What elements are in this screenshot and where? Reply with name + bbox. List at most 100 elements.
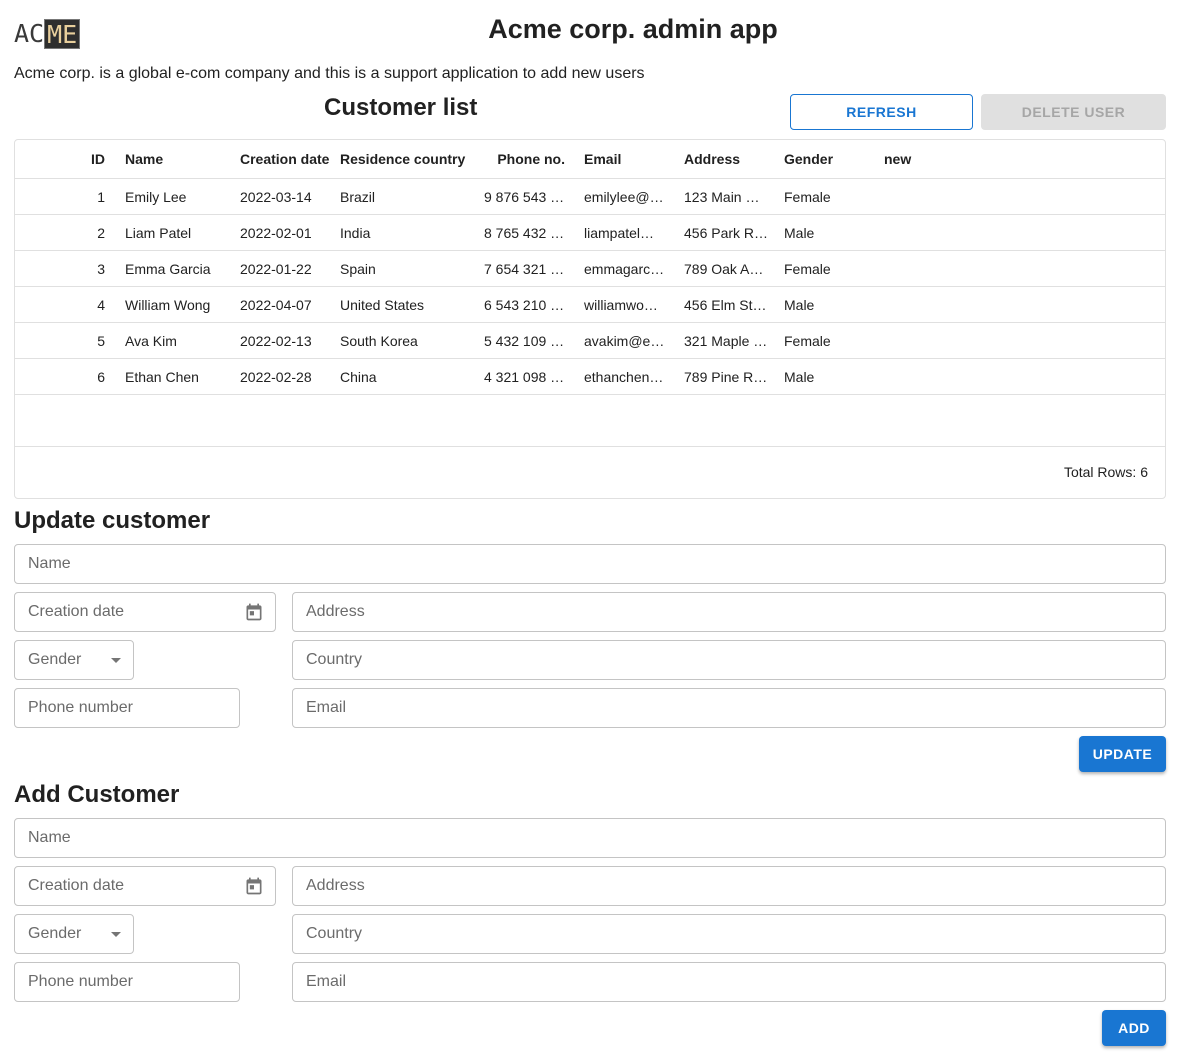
cell-creation-date: 2022-03-14 — [240, 189, 312, 205]
update-country-field[interactable]: Country — [292, 640, 1166, 680]
add-country-field[interactable]: Country — [292, 914, 1166, 954]
column-header-residence-country[interactable]: Residence country — [340, 140, 480, 178]
add-name-placeholder: Name — [28, 829, 71, 846]
cell-name: Ethan Chen — [125, 369, 199, 385]
update-name-placeholder: Name — [28, 555, 71, 572]
add-name-field[interactable]: Name — [14, 818, 1166, 858]
cell-email: emilylee@… — [584, 189, 664, 205]
update-country-placeholder: Country — [306, 651, 363, 668]
cell-gender: Female — [784, 261, 831, 277]
update-address-field[interactable]: Address — [292, 592, 1166, 632]
table-row[interactable]: 2 Liam Patel 2022-02-01 India 8 765 432 … — [15, 215, 1165, 251]
column-header-phone[interactable]: Phone no. — [480, 140, 565, 178]
calendar-icon[interactable] — [244, 602, 264, 622]
add-gender-placeholder: Gender — [28, 925, 82, 942]
cell-email: ethanchen… — [584, 369, 664, 385]
update-creation-date-field[interactable]: Creation date — [14, 592, 276, 632]
cell-id: 3 — [97, 261, 105, 277]
table-row[interactable]: 1 Emily Lee 2022-03-14 Brazil 9 876 543 … — [15, 179, 1165, 215]
cell-name: William Wong — [125, 297, 211, 313]
cell-phone: 7 654 321 … — [484, 261, 565, 277]
cell-gender: Male — [784, 225, 815, 241]
add-creation-date-placeholder: Creation date — [28, 877, 125, 894]
cell-creation-date: 2022-02-01 — [240, 225, 312, 241]
table-header: ID Name Creation date Residence country … — [15, 140, 1165, 179]
update-customer-title: Update customer — [14, 507, 211, 534]
add-button[interactable]: ADD — [1102, 1010, 1166, 1046]
chevron-down-icon — [111, 932, 121, 937]
update-button[interactable]: UPDATE — [1079, 736, 1166, 772]
table-row[interactable]: 6 Ethan Chen 2022-02-28 China 4 321 098 … — [15, 359, 1165, 395]
cell-email: williamwo… — [584, 297, 658, 313]
update-name-field[interactable]: Name — [14, 544, 1166, 584]
chevron-down-icon — [111, 658, 121, 663]
cell-country: India — [340, 225, 371, 241]
cell-name: Emma Garcia — [125, 261, 211, 277]
calendar-icon[interactable] — [244, 876, 264, 896]
update-creation-date-placeholder: Creation date — [28, 603, 125, 620]
column-header-gender[interactable]: Gender — [784, 140, 874, 178]
app-title: Acme corp. admin app — [488, 14, 778, 44]
update-email-field[interactable]: Email — [292, 688, 1166, 728]
table-row[interactable]: 4 William Wong 2022-04-07 United States … — [15, 287, 1165, 323]
update-phone-field[interactable]: Phone number — [14, 688, 240, 728]
cell-creation-date: 2022-04-07 — [240, 297, 312, 313]
cell-gender: Female — [784, 189, 831, 205]
cell-country: Brazil — [340, 189, 376, 205]
cell-country: United States — [340, 297, 425, 313]
column-header-address[interactable]: Address — [684, 140, 774, 178]
update-gender-select[interactable]: Gender — [14, 640, 134, 680]
cell-id: 2 — [97, 225, 105, 241]
total-rows: Total Rows: 6 — [1063, 464, 1148, 480]
add-address-field[interactable]: Address — [292, 866, 1166, 906]
add-country-placeholder: Country — [306, 925, 363, 942]
add-creation-date-field[interactable]: Creation date — [14, 866, 276, 906]
intro-text: Acme corp. is a global e-com company and… — [14, 65, 645, 82]
column-header-id[interactable]: ID — [85, 140, 105, 178]
cell-phone: 6 543 210 … — [484, 297, 565, 313]
table-row[interactable]: 3 Emma Garcia 2022-01-22 Spain 7 654 321… — [15, 251, 1165, 287]
cell-address: 321 Maple … — [684, 333, 768, 349]
cell-id: 1 — [97, 189, 105, 205]
column-header-creation-date[interactable]: Creation date — [240, 140, 340, 178]
cell-address: 456 Park R… — [684, 225, 769, 241]
cell-name: Emily Lee — [125, 189, 187, 205]
add-phone-placeholder: Phone number — [28, 973, 133, 990]
cell-name: Liam Patel — [125, 225, 192, 241]
add-email-field[interactable]: Email — [292, 962, 1166, 1002]
cell-address: 456 Elm St… — [684, 297, 767, 313]
cell-phone: 9 876 543 … — [484, 189, 565, 205]
add-customer-title: Add Customer — [14, 781, 180, 808]
customer-table: ID Name Creation date Residence country … — [14, 139, 1166, 499]
cell-phone: 5 432 109 … — [484, 333, 565, 349]
cell-email: emmagarc… — [584, 261, 665, 277]
delete-user-button[interactable]: DELETE USER — [981, 94, 1166, 130]
cell-phone: 4 321 098 … — [484, 369, 565, 385]
add-phone-field[interactable]: Phone number — [14, 962, 240, 1002]
table-row[interactable]: 5 Ava Kim 2022-02-13 South Korea 5 432 1… — [15, 323, 1165, 359]
add-email-placeholder: Email — [306, 973, 347, 990]
cell-country: South Korea — [340, 333, 418, 349]
cell-gender: Male — [784, 369, 815, 385]
customer-list-title: Customer list — [324, 94, 478, 121]
cell-id: 4 — [97, 297, 105, 313]
add-gender-select[interactable]: Gender — [14, 914, 134, 954]
cell-id: 5 — [97, 333, 105, 349]
column-header-new[interactable]: new — [884, 140, 974, 178]
cell-country: China — [340, 369, 377, 385]
refresh-button[interactable]: REFRESH — [790, 94, 973, 130]
cell-address: 123 Main … — [684, 189, 760, 205]
cell-creation-date: 2022-02-13 — [240, 333, 312, 349]
cell-creation-date: 2022-01-22 — [240, 261, 312, 277]
update-email-placeholder: Email — [306, 699, 347, 716]
cell-creation-date: 2022-02-28 — [240, 369, 312, 385]
column-header-email[interactable]: Email — [584, 140, 674, 178]
column-header-name[interactable]: Name — [125, 140, 225, 178]
cell-name: Ava Kim — [125, 333, 177, 349]
cell-email: liampatel… — [584, 225, 655, 241]
add-address-placeholder: Address — [306, 877, 365, 894]
cell-country: Spain — [340, 261, 376, 277]
cell-email: avakim@e… — [584, 333, 665, 349]
cell-gender: Male — [784, 297, 815, 313]
update-gender-placeholder: Gender — [28, 651, 82, 668]
